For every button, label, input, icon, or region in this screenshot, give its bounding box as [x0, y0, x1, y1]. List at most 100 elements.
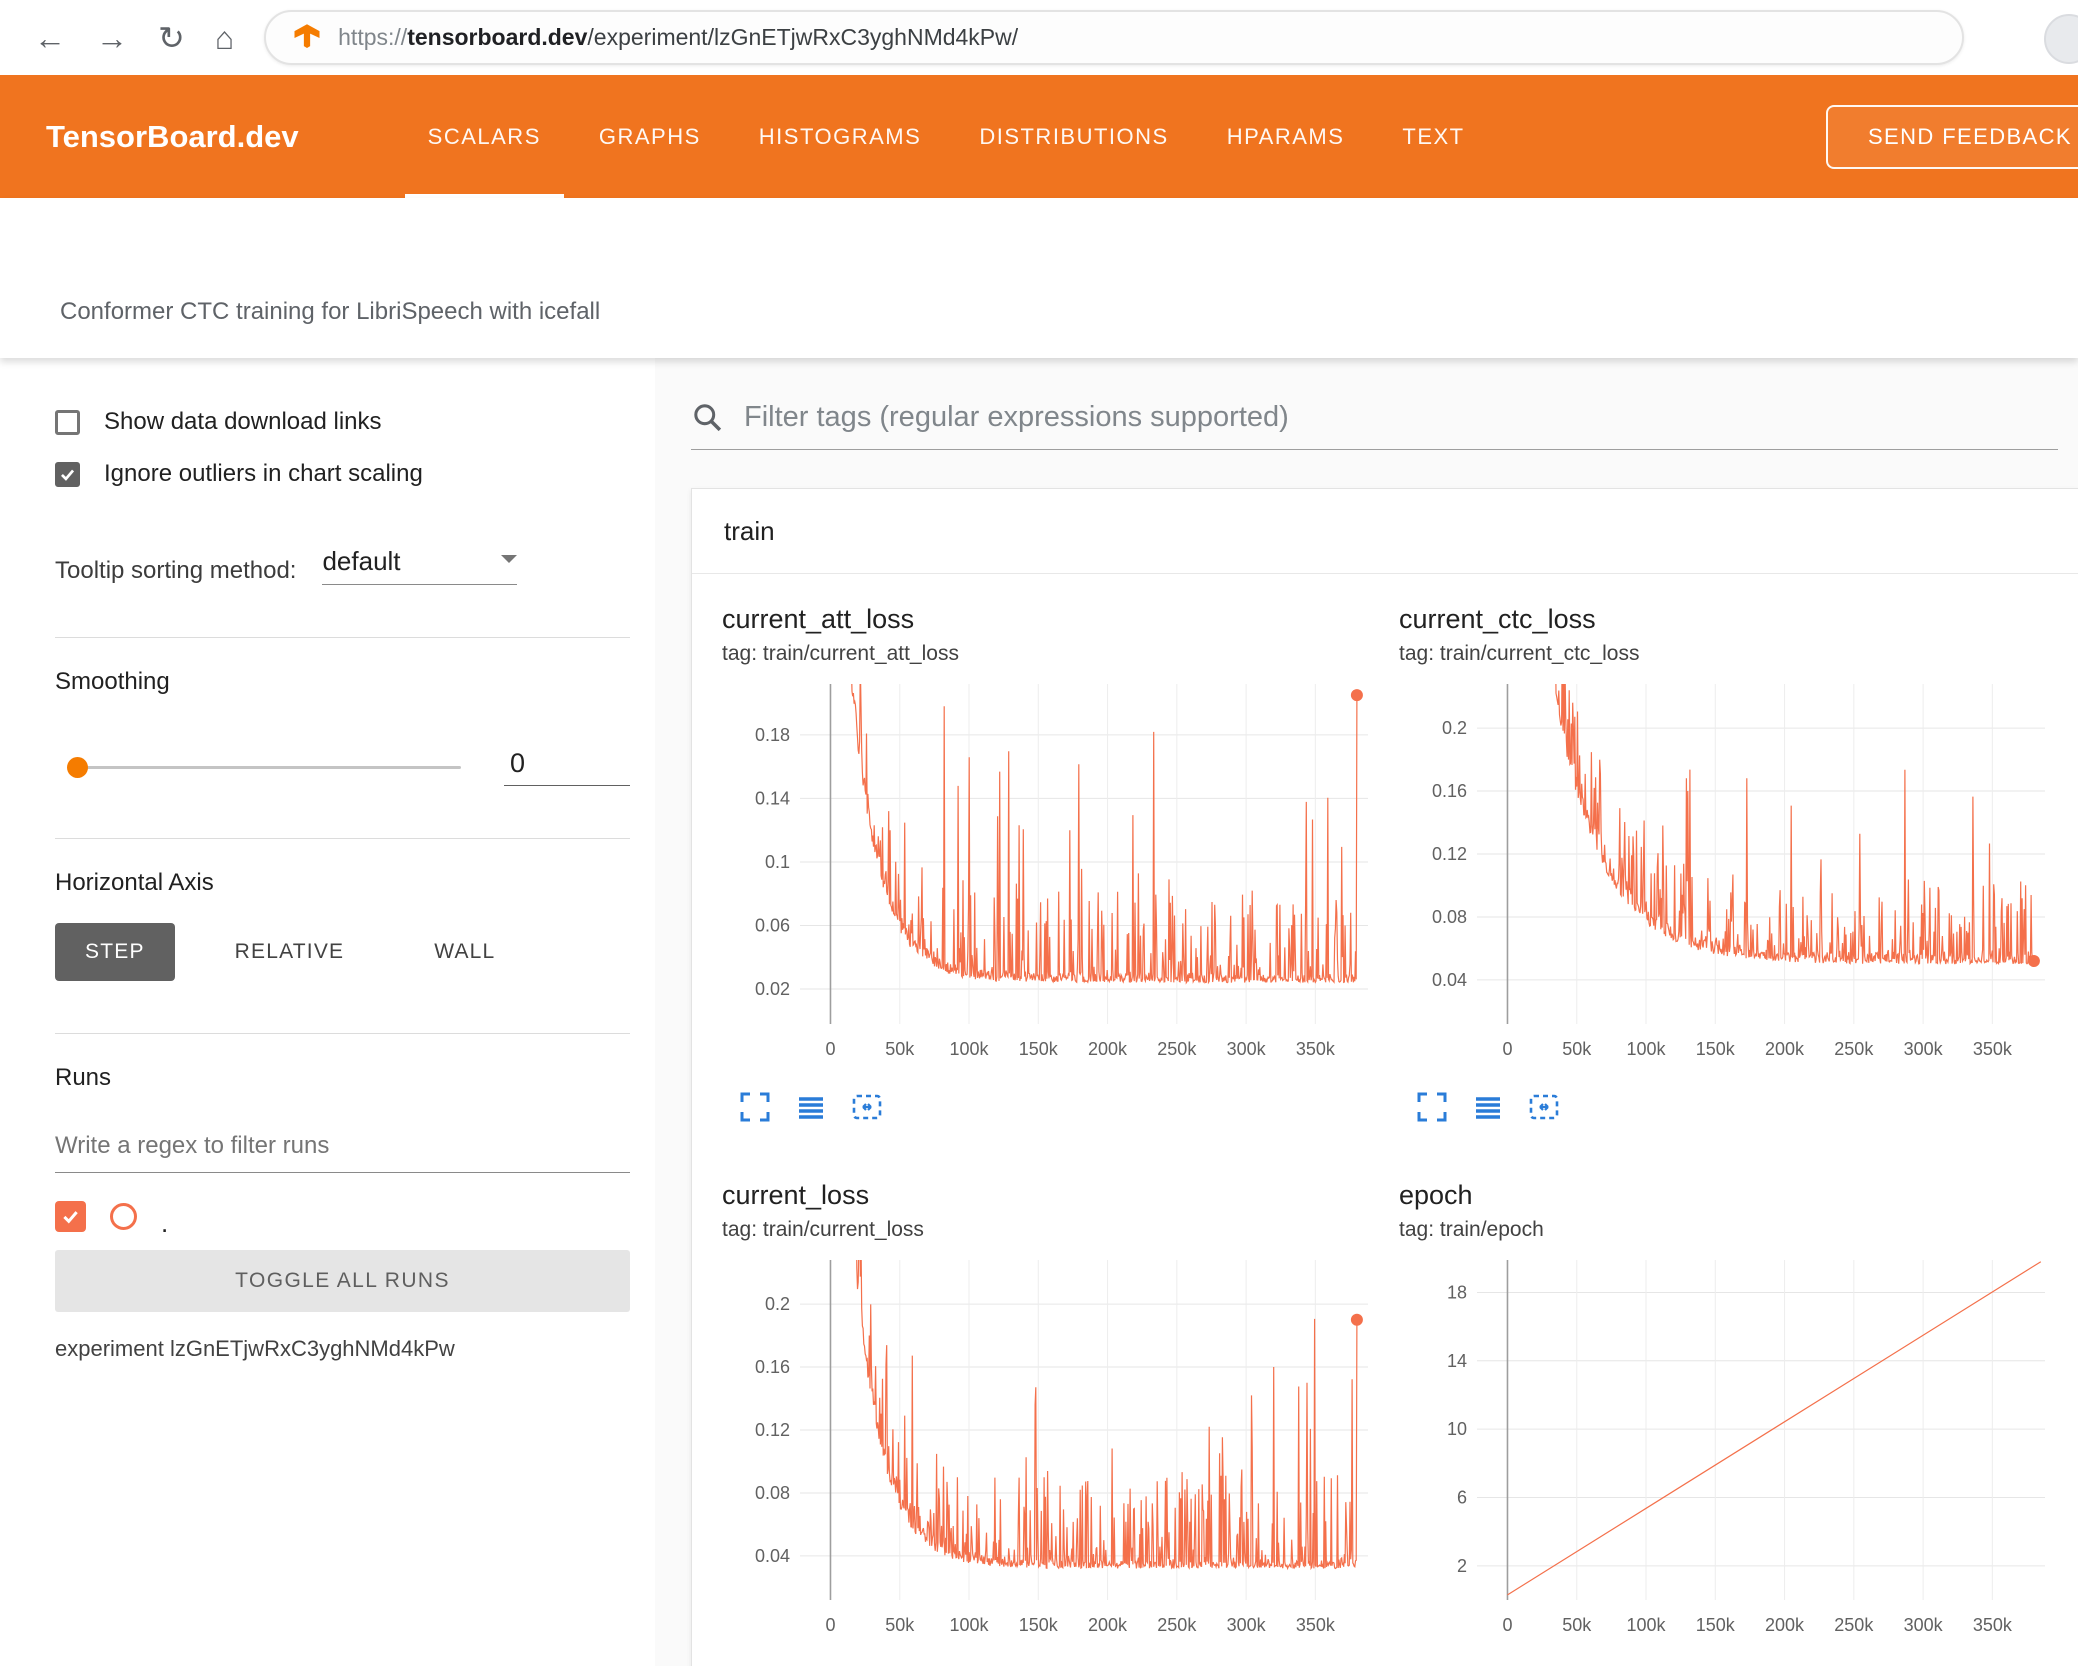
axis-wall-button[interactable]: WALL	[404, 923, 525, 981]
tab-scalars[interactable]: SCALARS	[399, 75, 570, 198]
ignore-outliers-row[interactable]: Ignore outliers in chart scaling	[55, 460, 630, 488]
group-header[interactable]: train	[692, 489, 2078, 574]
chevron-down-icon	[501, 554, 518, 571]
chart-canvas[interactable]: 2 6 10 14 18 0 50k 100k 150k 200k 250k 300k 350k	[1399, 1254, 2059, 1644]
svg-text:250k: 250k	[1834, 1615, 1874, 1635]
tooltip-sorting-dropdown[interactable]: default	[322, 546, 518, 585]
svg-text:0.08: 0.08	[1432, 907, 1467, 927]
chart-canvas[interactable]: 0.02 0.06 0.1 0.14 0.18 0 50k 100k 150k 200k 250k 3…	[722, 678, 1382, 1068]
svg-text:0: 0	[825, 1039, 835, 1059]
svg-text:50k: 50k	[1562, 1039, 1592, 1059]
svg-text:0.1: 0.1	[765, 852, 790, 872]
check-icon	[63, 1211, 78, 1224]
svg-text:200k: 200k	[1088, 1039, 1128, 1059]
svg-text:2: 2	[1457, 1556, 1467, 1576]
svg-text:0: 0	[1502, 1039, 1512, 1059]
horizontal-axis-options: STEP RELATIVE WALL	[55, 923, 630, 981]
chart-title: current_att_loss	[722, 604, 915, 634]
svg-text:10: 10	[1447, 1419, 1467, 1439]
expand-icon[interactable]	[738, 1090, 772, 1124]
svg-text:350k: 350k	[1296, 1039, 1336, 1059]
svg-text:0.2: 0.2	[1442, 718, 1467, 738]
svg-text:150k: 150k	[1019, 1039, 1059, 1059]
smoothing-slider[interactable]	[67, 756, 461, 778]
smoothing-value-input[interactable]: 0	[504, 748, 630, 786]
run-checkbox-checked-icon[interactable]	[55, 1201, 86, 1232]
svg-text:350k: 350k	[1296, 1615, 1336, 1635]
run-row[interactable]: .	[55, 1201, 630, 1236]
expand-icon[interactable]	[1415, 1090, 1449, 1124]
tooltip-sorting-value: default	[322, 546, 401, 576]
axis-step-button[interactable]: STEP	[55, 923, 175, 981]
divider	[55, 637, 630, 638]
svg-text:0.18: 0.18	[755, 725, 790, 745]
tab-hparams[interactable]: HPARAMS	[1198, 75, 1374, 198]
tab-distributions[interactable]: DISTRIBUTIONS	[950, 75, 1197, 198]
profile-avatar[interactable]	[2044, 14, 2078, 64]
svg-text:100k: 100k	[1626, 1039, 1666, 1059]
url-path: /experiment/lzGnETjwRxC3yghNMd4kPw/	[587, 24, 1019, 50]
tensorboard-favicon	[294, 23, 320, 48]
toggle-all-runs-button[interactable]: TOGGLE ALL RUNS	[55, 1250, 630, 1312]
settings-sidebar: Show data download links Ignore outliers…	[0, 358, 655, 1666]
back-icon[interactable]: ←	[34, 22, 66, 54]
svg-text:300k: 300k	[1227, 1615, 1267, 1635]
tab-histograms[interactable]: HISTOGRAMS	[730, 75, 951, 198]
smoothing-row: 0	[55, 748, 630, 786]
lines-icon[interactable]	[794, 1090, 828, 1124]
chart-tile-epoch: epoch tag: train/epoch 2 6 10 14 18 0 50k 100k 1…	[1399, 1180, 2064, 1666]
brand-logo: TensorBoard.dev	[46, 118, 299, 154]
axis-relative-button[interactable]: RELATIVE	[205, 923, 375, 981]
svg-text:100k: 100k	[949, 1615, 989, 1635]
svg-text:0.04: 0.04	[1432, 970, 1467, 990]
chart-title: current_loss	[722, 1180, 870, 1210]
experiment-title-bar: Conformer CTC training for LibriSpeech w…	[0, 198, 2078, 358]
slider-thumb[interactable]	[67, 756, 88, 778]
svg-text:150k: 150k	[1696, 1615, 1736, 1635]
reload-icon[interactable]: ↻	[158, 22, 185, 54]
divider	[55, 838, 630, 839]
svg-text:50k: 50k	[1562, 1615, 1592, 1635]
runs-heading: Runs	[55, 1064, 112, 1091]
checkbox-unchecked-icon[interactable]	[55, 409, 80, 435]
lines-icon[interactable]	[1471, 1090, 1505, 1124]
svg-text:0.16: 0.16	[1432, 781, 1467, 801]
ignore-outliers-label: Ignore outliers in chart scaling	[104, 460, 423, 487]
address-bar[interactable]: https://tensorboard.dev/experiment/lzGnE…	[264, 10, 1965, 65]
chart-tag: tag: train/epoch	[1399, 1218, 1544, 1241]
fit-domain-icon[interactable]	[850, 1090, 884, 1124]
svg-text:18: 18	[1447, 1282, 1467, 1302]
chart-canvas[interactable]: 0.04 0.08 0.12 0.16 0.2 0 50k 100k 150k 200k 250k 3…	[1399, 678, 2059, 1068]
filter-tags-row	[691, 400, 2058, 450]
home-icon[interactable]: ⌂	[215, 22, 234, 54]
run-color-circle-icon[interactable]	[110, 1203, 137, 1230]
fit-domain-icon[interactable]	[1527, 1090, 1561, 1124]
svg-text:0.14: 0.14	[755, 788, 790, 808]
filter-tags-input[interactable]	[742, 400, 2058, 435]
runs-filter-input[interactable]	[55, 1124, 630, 1173]
svg-text:100k: 100k	[1626, 1615, 1666, 1635]
nav-tabs: SCALARS GRAPHS HISTOGRAMS DISTRIBUTIONS …	[399, 75, 1494, 198]
svg-text:300k: 300k	[1904, 1615, 1944, 1635]
svg-text:300k: 300k	[1904, 1039, 1944, 1059]
checkbox-checked-icon[interactable]	[55, 461, 80, 487]
svg-text:0.04: 0.04	[755, 1546, 790, 1566]
train-group-card: train current_att_loss tag: train/curren…	[691, 488, 2078, 1666]
chart-tag: tag: train/current_ctc_loss	[1399, 642, 1640, 665]
send-feedback-button[interactable]: SEND FEEDBACK	[1825, 104, 2078, 169]
experiment-title: Conformer CTC training for LibriSpeech w…	[60, 298, 601, 325]
svg-text:200k: 200k	[1088, 1615, 1128, 1635]
svg-text:6: 6	[1457, 1487, 1467, 1507]
chart-toolbar	[1415, 1090, 2064, 1124]
svg-text:0.06: 0.06	[755, 915, 790, 935]
forward-icon[interactable]: →	[96, 22, 128, 54]
svg-text:0.16: 0.16	[755, 1357, 790, 1377]
svg-text:50k: 50k	[885, 1615, 915, 1635]
tab-text[interactable]: TEXT	[1373, 75, 1493, 198]
svg-text:150k: 150k	[1696, 1039, 1736, 1059]
tab-graphs[interactable]: GRAPHS	[570, 75, 730, 198]
url-scheme: https://	[338, 24, 408, 50]
svg-text:200k: 200k	[1765, 1039, 1805, 1059]
chart-canvas[interactable]: 0.04 0.08 0.12 0.16 0.2 0 50k 100k 150k 200k 250k 3…	[722, 1254, 1382, 1644]
show-download-links-row[interactable]: Show data download links	[55, 408, 630, 436]
